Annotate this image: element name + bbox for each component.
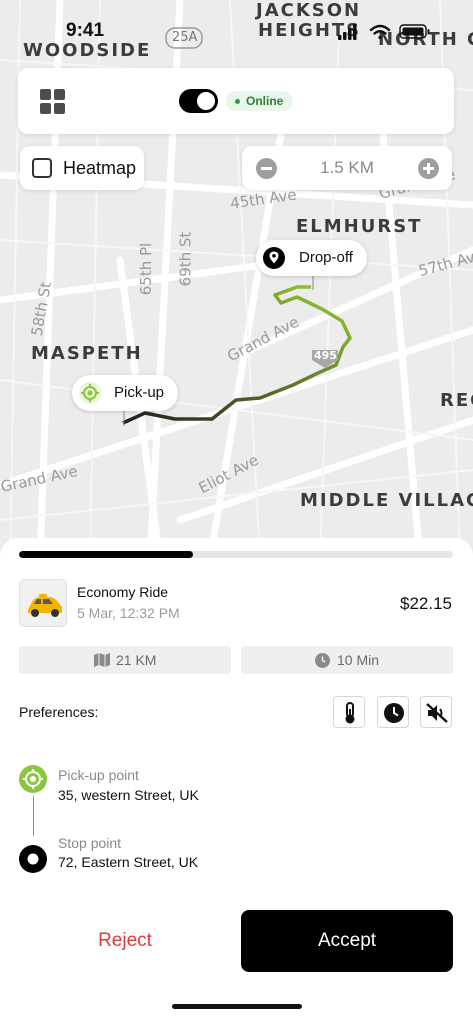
map-area-label: MASPETH <box>31 343 143 364</box>
location-pin-icon <box>263 247 285 269</box>
map-area-label: WOODSIDE <box>23 40 152 61</box>
status-icons <box>338 24 430 40</box>
distance-chip: 21 KM <box>19 646 231 674</box>
map-icon <box>94 653 110 667</box>
crosshair-icon <box>79 382 101 404</box>
clock-icon <box>315 653 330 668</box>
ride-datetime: 5 Mar, 12:32 PM <box>77 605 180 621</box>
route-shield-label: 25A <box>172 30 198 45</box>
plus-circle-icon[interactable] <box>418 158 439 179</box>
stop-point-address: 72, Eastern Street, UK <box>58 854 199 870</box>
taxi-icon <box>19 579 67 627</box>
radius-stepper: 1.5 KM <box>242 146 452 190</box>
pickup-marker[interactable]: Pick-up <box>72 375 178 411</box>
mute-icon[interactable] <box>420 696 452 728</box>
reject-button[interactable]: Reject <box>20 910 230 972</box>
home-indicator <box>172 1004 302 1009</box>
cellular-signal-icon <box>338 24 357 40</box>
preferences-label: Preferences: <box>19 704 99 720</box>
dropoff-marker[interactable]: Drop-off <box>256 240 367 276</box>
driver-top-bar: Online <box>18 68 454 134</box>
thermometer-icon[interactable] <box>333 696 365 728</box>
pickup-point-icon <box>19 765 47 793</box>
dropoff-label: Drop-off <box>299 249 353 266</box>
heatmap-label: Heatmap <box>63 158 137 178</box>
duration-value: 10 Min <box>337 652 380 668</box>
pickup-label: Pick-up <box>114 384 165 401</box>
ride-price: $22.15 <box>400 594 452 613</box>
map-area-label: JACKSON <box>256 0 362 21</box>
heatmap-checkbox[interactable] <box>32 158 52 178</box>
battery-icon <box>399 24 430 39</box>
status-time: 9:41 <box>66 20 105 41</box>
street-label: 65th Pl <box>137 242 156 296</box>
route-connector <box>33 796 34 836</box>
stop-point-title: Stop point <box>58 835 122 851</box>
online-toggle[interactable] <box>179 89 218 113</box>
wifi-icon <box>369 24 391 40</box>
pickup-point-address: 35, western Street, UK <box>58 787 199 803</box>
online-status-label: Online <box>246 94 284 108</box>
clock-icon[interactable] <box>377 696 409 728</box>
progress-fill <box>19 551 193 558</box>
accept-button[interactable]: Accept <box>241 910 453 972</box>
ride-request-sheet: Economy Ride 5 Mar, 12:32 PM $22.15 21 K… <box>0 538 473 1018</box>
status-dot-icon <box>235 99 240 104</box>
street-label: 69th St <box>176 231 195 287</box>
map-area-label: MIDDLE VILLAGE <box>300 490 473 511</box>
stop-point-icon <box>19 845 47 873</box>
map-area-label: REG <box>440 390 473 411</box>
heatmap-toggle[interactable]: Heatmap <box>20 146 144 190</box>
online-status-badge: Online <box>226 91 294 111</box>
grid-icon[interactable] <box>40 89 66 115</box>
ride-request-screen: JACKSON HEIGHTS NORTH CO WOODSIDE ELMHUR… <box>0 0 473 1018</box>
ride-type: Economy Ride <box>77 584 169 600</box>
request-timer-progress <box>19 551 453 558</box>
route-shield-label: 495 <box>314 349 337 362</box>
map-area-label: ELMHURST <box>296 216 423 237</box>
duration-chip: 10 Min <box>241 646 453 674</box>
distance-value: 21 KM <box>116 652 157 668</box>
pickup-point-title: Pick-up point <box>58 767 139 783</box>
